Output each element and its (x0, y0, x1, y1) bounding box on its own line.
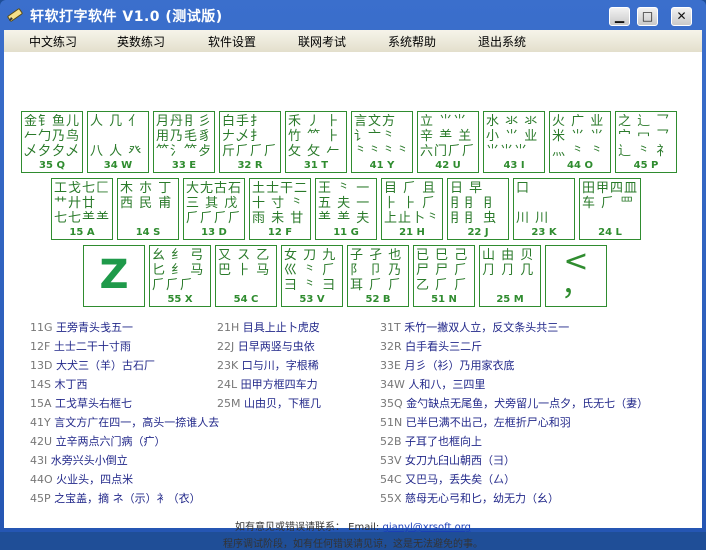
maximize-button[interactable]: □ (637, 7, 658, 26)
key-comma-symbol: < ， (561, 244, 591, 303)
help-line: 53V 女刀九臼山朝西（彐） (380, 454, 516, 467)
help-line: 54C 又巴马，丢失矣（厶） (380, 473, 516, 486)
help-line: 23K 口与川，字根稀 (217, 359, 319, 372)
menu-settings[interactable]: 软件设置 (208, 33, 256, 50)
menu-exit[interactable]: 退出系统 (478, 33, 526, 50)
help-line: 44O 火业头，四点米 (30, 473, 134, 486)
key-code: 52 B (365, 294, 391, 305)
key-code: 24 L (598, 227, 622, 238)
key-code: 34 W (103, 160, 133, 171)
client-area: 中文练习 英数练习 软件设置 联网考试 系统帮助 退出系统 金钅鱼儿 𠂉勹乃鸟 … (4, 30, 702, 550)
key-o[interactable]: 火 广 业 米 ⺌ ⺌ 灬 ⺀ ⺀ 44 O (549, 111, 611, 173)
key-code: 11 G (333, 227, 359, 238)
disclaimer-line: 程序调试阶段，如有任何错误请见谅，这是无法避免的事。 (223, 539, 483, 550)
key-z-letter: Z (99, 252, 129, 298)
menu-bar: 中文练习 英数练习 软件设置 联网考试 系统帮助 退出系统 (4, 30, 702, 53)
minimize-button[interactable]: ▁ (609, 7, 630, 26)
help-line: 43I 水旁兴头小倒立 (30, 454, 128, 467)
key-c[interactable]: 又 ス 乙 巴 ⺊ 马 54 C (215, 245, 277, 307)
key-code: 15 A (69, 227, 95, 238)
key-code: 35 Q (39, 160, 65, 171)
key-code: 12 F (267, 227, 293, 238)
help-line: 24L 田甲方框四车力 (217, 378, 318, 391)
help-line: 31T 禾竹一撇双人立，反文条头共三一 (380, 321, 570, 334)
pencil-icon (7, 8, 23, 22)
key-f[interactable]: 土士干二 十 寸 ⺀ 雨 未 甘 12 F (249, 178, 311, 240)
key-d[interactable]: 大尢古石 三 其 戊 ⺁⺁⺁⺁ 13 D (183, 178, 245, 240)
key-code: 41 Y (369, 160, 395, 171)
window-title: 轩软打字软件 V1.0 (测试版) (30, 9, 223, 25)
key-v[interactable]: 女 刀 九 巛 ⺀ ⺁ 彐 ⺀ 彐 53 V (281, 245, 343, 307)
help-line: 14S 木丁西 (30, 378, 88, 391)
key-code: 22 J (467, 227, 489, 238)
menu-online-exam[interactable]: 联网考试 (298, 33, 346, 50)
key-z[interactable]: Z (83, 245, 145, 307)
key-l[interactable]: 田甲四皿 车 ⺁ 罒 24 L (579, 178, 641, 240)
key-x[interactable]: 幺 纟 弓 匕 纟 马 ⺁⺁⺁ 55 X (149, 245, 211, 307)
help-line: 25M 山由贝，下框几 (217, 397, 321, 410)
menu-chinese-practice[interactable]: 中文练习 (29, 33, 77, 50)
key-code: 31 T (303, 160, 329, 171)
contact-line: 如有意见或错误请联系： Email: gianyl@xrsoft.org (235, 522, 471, 533)
keyboard-panel: 金钅鱼儿 𠂉勹乃鸟 乄夕夕乄 35 Q 人 几 亻 八 人 癶 34 W 月丹⺝彡 … (4, 52, 702, 550)
key-code: 51 N (431, 294, 457, 305)
key-h[interactable]: 目 ⺁ 且 ⺊ ⺊ ⺁ 上止卜⺀ 21 H (381, 178, 443, 240)
help-line: 45P 之宝盖，摘 ネ（示）衤（衣） (30, 492, 201, 505)
help-line: 55X 慈母无心弓和匕，幼无力（幺） (380, 492, 560, 505)
key-y[interactable]: 言文方 讠亠⺀ ⺀⺀⺀⺀ 41 Y (351, 111, 413, 173)
key-code: 43 I (503, 160, 525, 171)
key-e[interactable]: 月丹⺝彡 用乃毛豸 ⺮⺡⺮⺞ 33 E (153, 111, 215, 173)
key-comma[interactable]: < ， (545, 245, 607, 307)
app-window: 轩软打字软件 V1.0 (测试版) ▁ □ ✕ 中文练习 英数练习 软件设置 联… (0, 0, 706, 550)
key-t[interactable]: 禾 丿 ⺊ 竹 ⺮ ⺊ 攵 攵 𠂉 31 T (285, 111, 347, 173)
help-line: 35Q 金勺缺点无尾鱼，犬旁留儿一点夕，氏无七（妻） (380, 397, 649, 410)
help-line: 22J 日早两竖与虫依 (217, 340, 315, 353)
key-s[interactable]: 木 朩 丁 西 ⺠ 甫 14 S (117, 178, 179, 240)
key-n[interactable]: 已 巳 己 尸 尸 ⺁ 乙 ⺁ ⺁ 51 N (413, 245, 475, 307)
key-code: 53 V (299, 294, 325, 305)
key-u[interactable]: 立 ⺌⺌ 辛 ⺷ 𦍌 六门⺁⺁ 42 U (417, 111, 479, 173)
title-bar[interactable]: 轩软打字软件 V1.0 (测试版) ▁ □ ✕ (0, 0, 706, 30)
key-p[interactable]: 之 辶 乛 宀 冖 乛 ⻌ ⺀ 礻 45 P (615, 111, 677, 173)
key-a[interactable]: 工戈七匚 ⺾廾廿 七七⺷⺷ 15 A (51, 178, 113, 240)
key-g[interactable]: 王 ⺀ 一 五 夫 一 ⺷ ⺷ 夫 11 G (315, 178, 377, 240)
key-code: 45 P (633, 160, 659, 171)
key-code: 25 M (496, 294, 524, 305)
help-line: 41Y 言文方广在四一，高头一捺谁人去 (30, 416, 220, 429)
key-code: 55 X (167, 294, 193, 305)
help-line: 12F 土士二干十寸雨 (30, 340, 131, 353)
key-code: 42 U (435, 160, 461, 171)
help-line: 33E 月彡（衫）乃用家衣底 (380, 359, 515, 372)
key-w[interactable]: 人 几 亻 八 人 癶 34 W (87, 111, 149, 173)
help-line: 13D 大犬三（羊）古石厂 (30, 359, 155, 372)
key-code: 33 E (171, 160, 197, 171)
menu-english-practice[interactable]: 英数练习 (117, 33, 165, 50)
key-k[interactable]: 口 川 川 23 K (513, 178, 575, 240)
help-line: 21H 目具上止卜虎皮 (217, 321, 320, 334)
close-button[interactable]: ✕ (671, 7, 692, 26)
key-r[interactable]: 白手扌 𠂇乄扌 斤⺁⺁⺁ 32 R (219, 111, 281, 173)
help-line: 52B 子耳了也框向上 (380, 435, 483, 448)
key-m[interactable]: 山 由 贝 ⺆ ⺆ 几 25 M (479, 245, 541, 307)
key-code: 32 R (237, 160, 263, 171)
help-line: 15A 工戈草头右框七 (30, 397, 133, 410)
menu-help[interactable]: 系统帮助 (388, 33, 436, 50)
key-code: 21 H (399, 227, 425, 238)
help-line: 42U 立辛两点六门病（疒） (30, 435, 166, 448)
email-link[interactable]: gianyl@xrsoft.org (382, 522, 471, 533)
help-line: 34W 人和八，三四里 (380, 378, 486, 391)
key-code: 54 C (233, 294, 259, 305)
key-i[interactable]: 水 氺 氺 小 ⺌ 业 ⺌⺌⺌ 43 I (483, 111, 545, 173)
key-b[interactable]: 子 孑 也 阝 卩 乃 耳 ⺁ ⺁ 52 B (347, 245, 409, 307)
key-j[interactable]: 日 早 ⺝⺝ ⺝ ⺝⺝ 虫 22 J (447, 178, 509, 240)
help-line: 51N 已半巳满不出己，左框折尸心和羽 (380, 416, 571, 429)
key-code: 14 S (135, 227, 161, 238)
key-q[interactable]: 金钅鱼儿 𠂉勹乃鸟 乄夕夕乄 35 Q (21, 111, 83, 173)
help-line: 11G 王旁青头戋五一 (30, 321, 134, 334)
key-code: 23 K (531, 227, 557, 238)
key-code: 13 D (201, 227, 227, 238)
key-code: 44 O (567, 160, 593, 171)
help-line: 32R 白手看头三二斤 (380, 340, 483, 353)
